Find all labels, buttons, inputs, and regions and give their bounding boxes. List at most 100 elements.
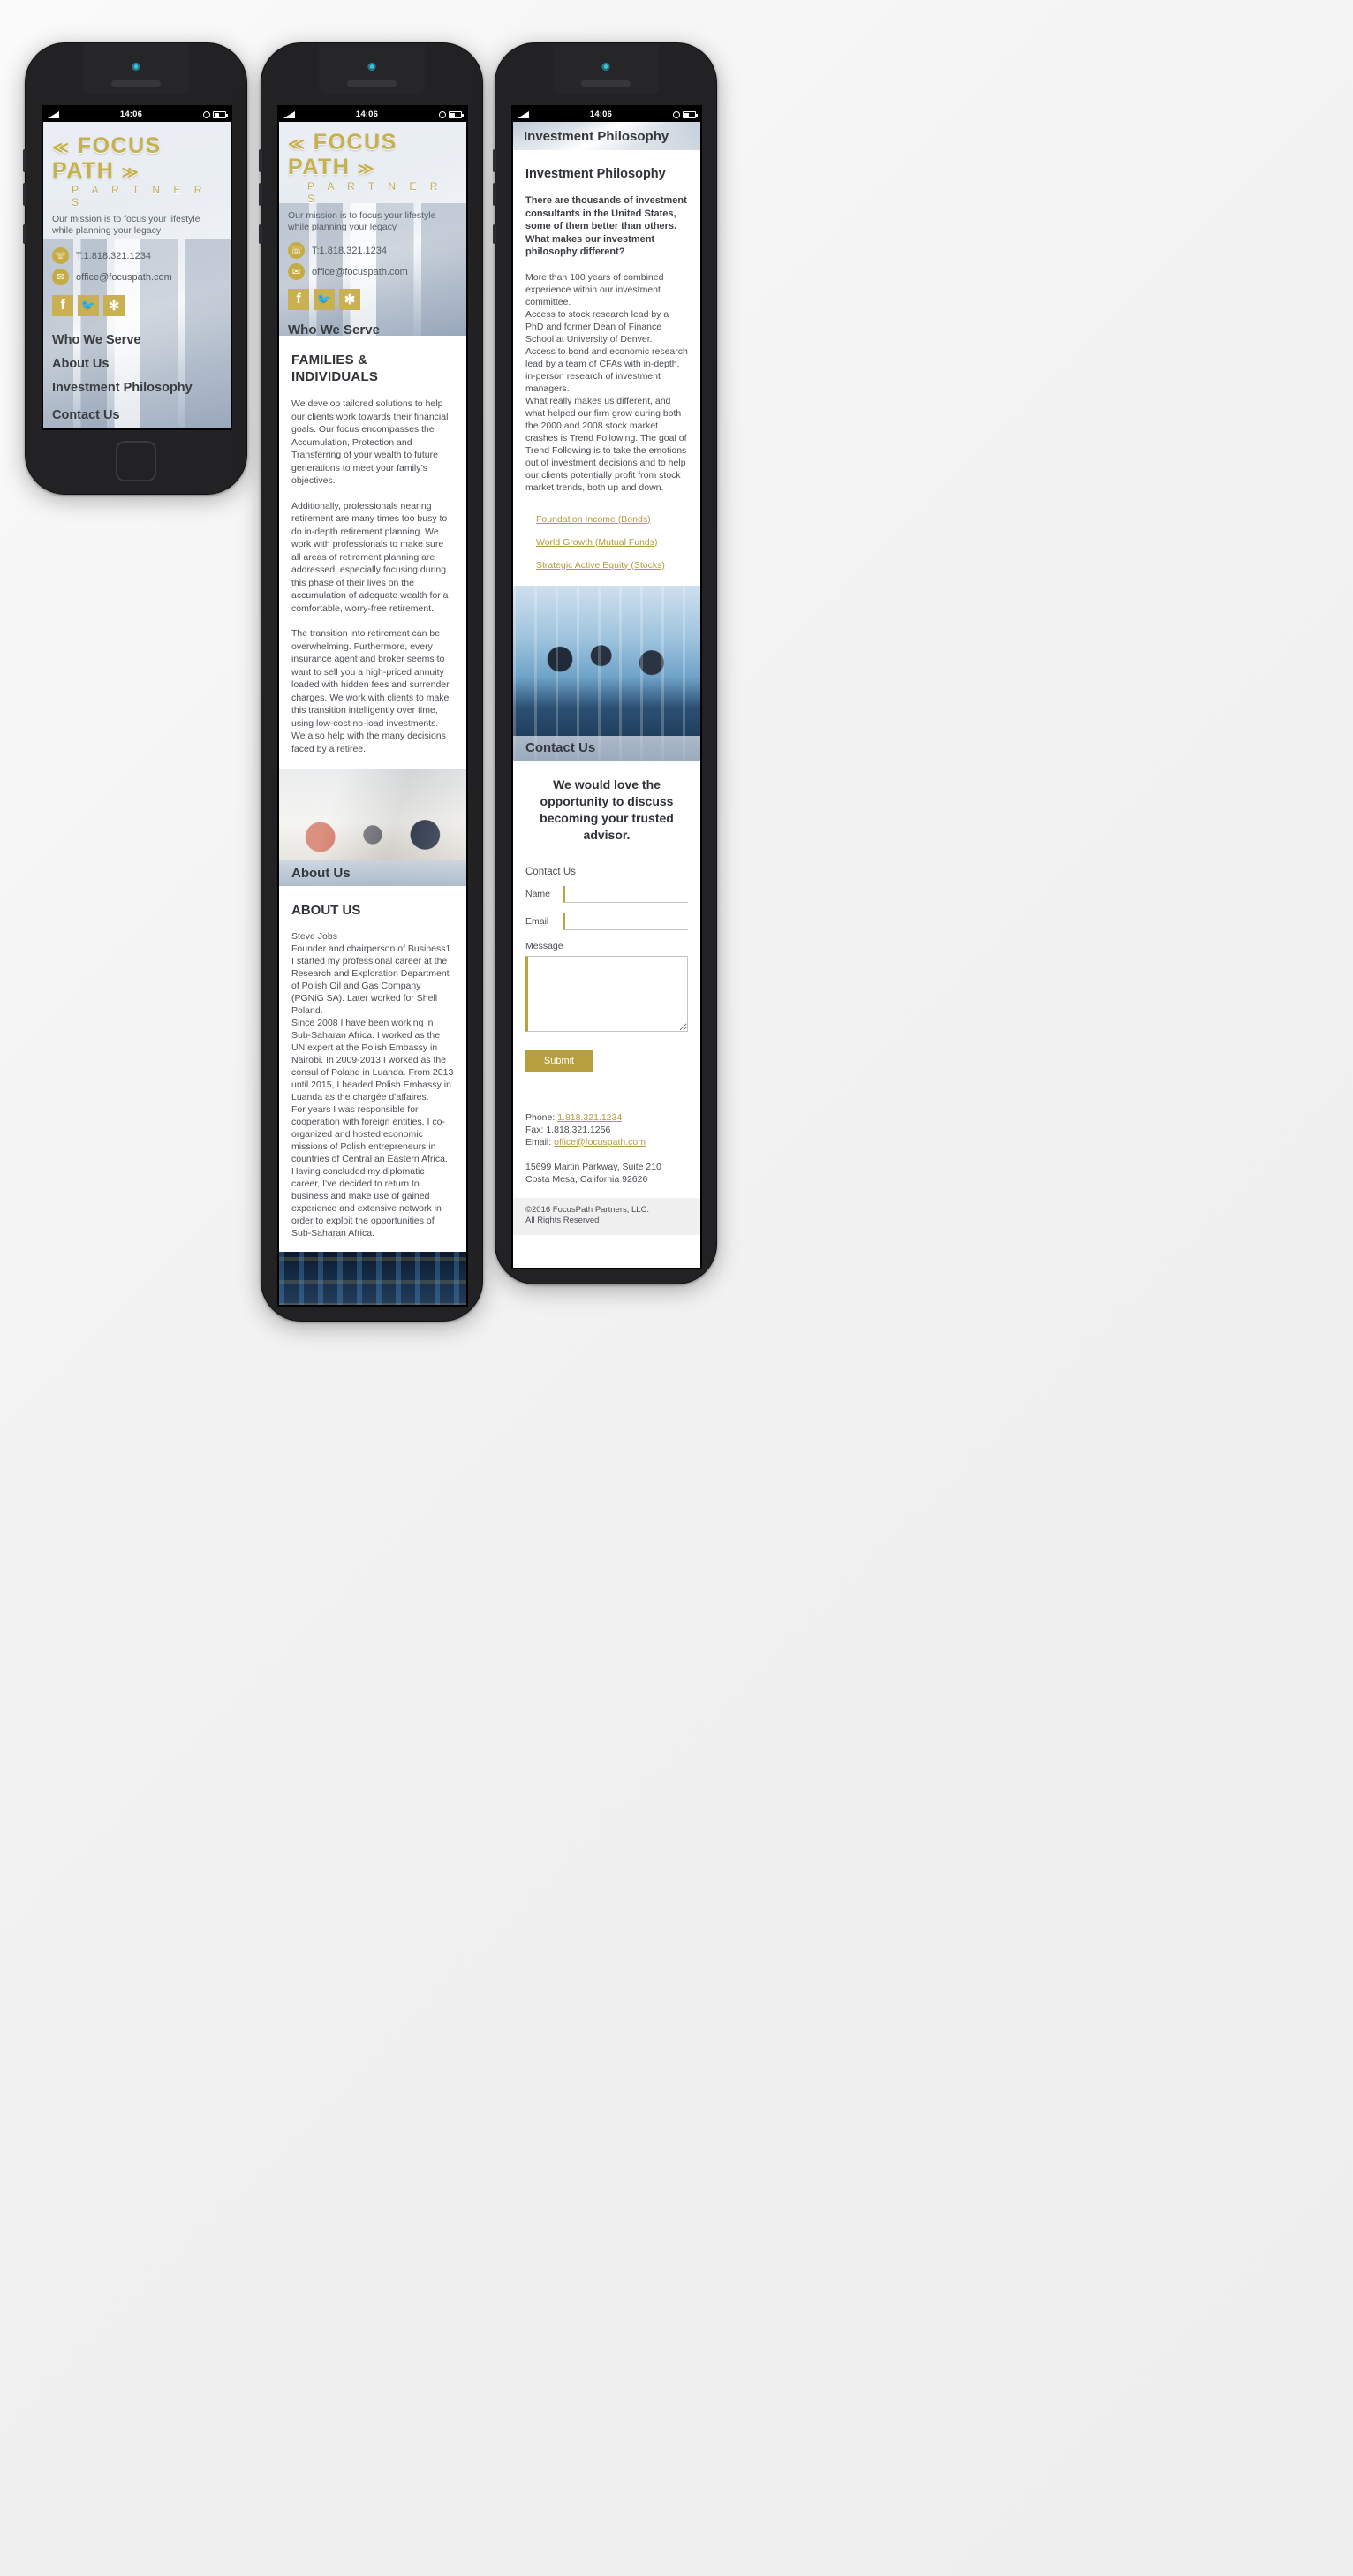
about-us-content: ABOUT US Steve Jobs Founder and chairper… xyxy=(279,886,466,1252)
email-contact-row[interactable]: ✉ office@focuspath.com xyxy=(279,263,466,280)
logo-arrow-icon: ≪ xyxy=(288,135,306,153)
email-line: Email: office@focuspath.com xyxy=(525,1136,688,1148)
investment-philosophy-heading: Investment Philosophy xyxy=(525,167,666,181)
logo-word-focus: FOCUS xyxy=(77,133,162,158)
phone-device-1: 14:06 ≪ FOCUS PATH ≫ P A R T N E R S Our… xyxy=(23,42,247,495)
envelope-icon: ✉ xyxy=(52,269,69,285)
phone-number-text[interactable]: T:1.818.321.1234 xyxy=(312,246,387,256)
about-line-3: Since 2008 I have been working in Sub-Sa… xyxy=(291,1018,454,1102)
logo-arrow-icon: ≪ xyxy=(52,139,71,156)
volume-up-button[interactable] xyxy=(23,149,26,172)
facebook-icon[interactable]: f xyxy=(52,295,73,316)
investment-philosophy-content: Investment Philosophy There are thousand… xyxy=(513,150,700,586)
link-strategic-active-equity[interactable]: Strategic Active Equity (Stocks) xyxy=(536,554,688,577)
volume-up-button[interactable] xyxy=(259,149,262,172)
twitter-icon[interactable]: 🐦 xyxy=(314,289,335,310)
contact-footer-info: Phone: 1.818.321.1234 Fax: 1.818.321.125… xyxy=(525,1111,688,1148)
volume-up-button[interactable] xyxy=(493,149,496,172)
section-bar-investment-philosophy-label: Investment Philosophy xyxy=(524,128,669,144)
volume-down-button[interactable] xyxy=(23,183,26,206)
site-tagline: Our mission is to focus your lifestyle w… xyxy=(52,214,200,236)
site-logo[interactable]: ≪ FOCUS PATH ≫ P A R T N E R S xyxy=(279,122,466,205)
silent-switch[interactable] xyxy=(493,224,496,244)
link-foundation-income[interactable]: Foundation Income (Bonds) xyxy=(536,508,688,531)
phone-device-3: 14:06 Investment Philosophy Investment P… xyxy=(493,42,717,1284)
nav-item-contact-us[interactable]: Contact Us xyxy=(52,400,222,428)
status-bar-left xyxy=(283,110,295,118)
yelp-icon[interactable]: ✻ xyxy=(103,295,125,316)
phone-contact-row[interactable]: ☏ T:1.818.321.1234 xyxy=(43,247,231,264)
footer-copyright: ©2016 FocusPath Partners, LLC. All Right… xyxy=(525,1204,650,1225)
screenshot-stage: 14:06 ≪ FOCUS PATH ≫ P A R T N E R S Our… xyxy=(0,0,1353,2576)
status-bar-clock: 14:06 xyxy=(119,110,143,119)
status-bar-right xyxy=(673,110,698,118)
about-line-2: I started my professional career at the … xyxy=(291,956,450,1016)
logo-subtitle: P A R T N E R S xyxy=(72,184,208,208)
nav-item-who-we-serve[interactable]: Who We Serve xyxy=(52,329,222,352)
email-address-text[interactable]: office@focuspath.com xyxy=(312,267,408,277)
email-contact-row[interactable]: ✉ office@focuspath.com xyxy=(43,269,231,285)
earpiece-speaker xyxy=(581,80,631,87)
phone-label: Phone: xyxy=(525,1111,556,1123)
email-value[interactable]: office@focuspath.com xyxy=(554,1137,646,1148)
status-bar: 14:06 xyxy=(513,107,700,122)
phone-2-page: ≪ FOCUS PATH ≫ P A R T N E R S Our missi… xyxy=(279,122,466,1305)
about-us-heading: ABOUT US xyxy=(291,903,361,918)
contact-form: Contact Us Name Email Message Submit xyxy=(525,867,688,1072)
volume-down-button[interactable] xyxy=(493,183,496,206)
status-bar: 14:06 xyxy=(43,107,231,122)
twitter-icon[interactable]: 🐦 xyxy=(78,295,99,316)
phone-number-text[interactable]: T:1.818.321.1234 xyxy=(76,251,151,261)
who-we-serve-paragraph-2: Additionally, professionals nearing reti… xyxy=(291,500,449,614)
section-title-who-we-serve: Who We Serve xyxy=(288,322,380,337)
alarm-icon xyxy=(673,110,680,118)
about-line-1: Founder and chairperson of Business1 xyxy=(291,943,451,954)
silent-switch[interactable] xyxy=(23,224,26,244)
site-tagline: Our mission is to focus your lifestyle w… xyxy=(288,210,436,232)
phone-value[interactable]: 1.818.321.1234 xyxy=(557,1112,622,1123)
signal-icon xyxy=(48,110,59,118)
name-input[interactable] xyxy=(563,885,688,903)
logo-word-path: PATH xyxy=(288,155,351,179)
nav-item-about-us[interactable]: About Us xyxy=(52,352,222,376)
who-we-serve-paragraph-1: We develop tailored solutions to help ou… xyxy=(291,398,449,486)
who-we-serve-paragraph-3: The transition into retirement can be ov… xyxy=(291,628,450,754)
battery-icon xyxy=(213,110,228,118)
phone-2-header: ≪ FOCUS PATH ≫ P A R T N E R S Our missi… xyxy=(279,122,466,337)
section-bar-investment-philosophy: Investment Philosophy xyxy=(513,122,700,150)
logo-arrow-right-icon: ≫ xyxy=(357,160,376,178)
email-input[interactable] xyxy=(563,913,688,930)
message-textarea[interactable] xyxy=(525,955,688,1032)
address-line-2: Costa Mesa, California 92626 xyxy=(525,1173,648,1185)
nav-item-investment-philosophy[interactable]: Investment Philosophy xyxy=(52,376,222,400)
submit-button[interactable]: Submit xyxy=(525,1049,593,1072)
home-button[interactable] xyxy=(116,441,156,481)
silent-switch[interactable] xyxy=(259,224,262,244)
phone-contact-row[interactable]: ☏ T:1.818.321.1234 xyxy=(279,242,466,259)
status-bar-clock: 14:06 xyxy=(589,110,613,119)
email-address-text[interactable]: office@focuspath.com xyxy=(76,272,172,283)
email-field-row: Email xyxy=(525,913,688,930)
site-logo[interactable]: ≪ FOCUS PATH ≫ P A R T N E R S xyxy=(43,122,231,208)
link-world-growth[interactable]: World Growth (Mutual Funds) xyxy=(536,531,688,554)
fund-links: Foundation Income (Bonds) World Growth (… xyxy=(525,508,688,577)
yelp-icon[interactable]: ✻ xyxy=(339,289,360,310)
phone-3-screen: 14:06 Investment Philosophy Investment P… xyxy=(511,105,702,1269)
who-we-serve-content: FAMILIES & INDIVIDUALS We develop tailor… xyxy=(279,336,466,769)
status-bar: 14:06 xyxy=(279,107,466,122)
handshake-photo xyxy=(513,585,700,761)
trading-floor-photo xyxy=(279,1252,466,1305)
section-bar-about-us: About Us xyxy=(279,860,466,886)
status-bar-left xyxy=(518,110,529,118)
fax-label: Fax: xyxy=(525,1124,544,1135)
section-bar-contact-us-label: Contact Us xyxy=(525,740,596,755)
facebook-icon[interactable]: f xyxy=(288,289,309,310)
volume-down-button[interactable] xyxy=(259,183,262,206)
email-label: Email xyxy=(525,916,549,927)
battery-icon xyxy=(449,110,464,118)
address-line-1: 15699 Martin Parkway, Suite 210 xyxy=(525,1161,661,1172)
phone-1-page: ≪ FOCUS PATH ≫ P A R T N E R S Our missi… xyxy=(43,122,231,428)
message-field-row: Message xyxy=(525,941,688,1036)
phone-2-screen: 14:06 ≪ FOCUS PATH ≫ P A R T N E R S Our… xyxy=(277,105,468,1307)
fax-value: 1.818.321.1256 xyxy=(546,1124,611,1135)
